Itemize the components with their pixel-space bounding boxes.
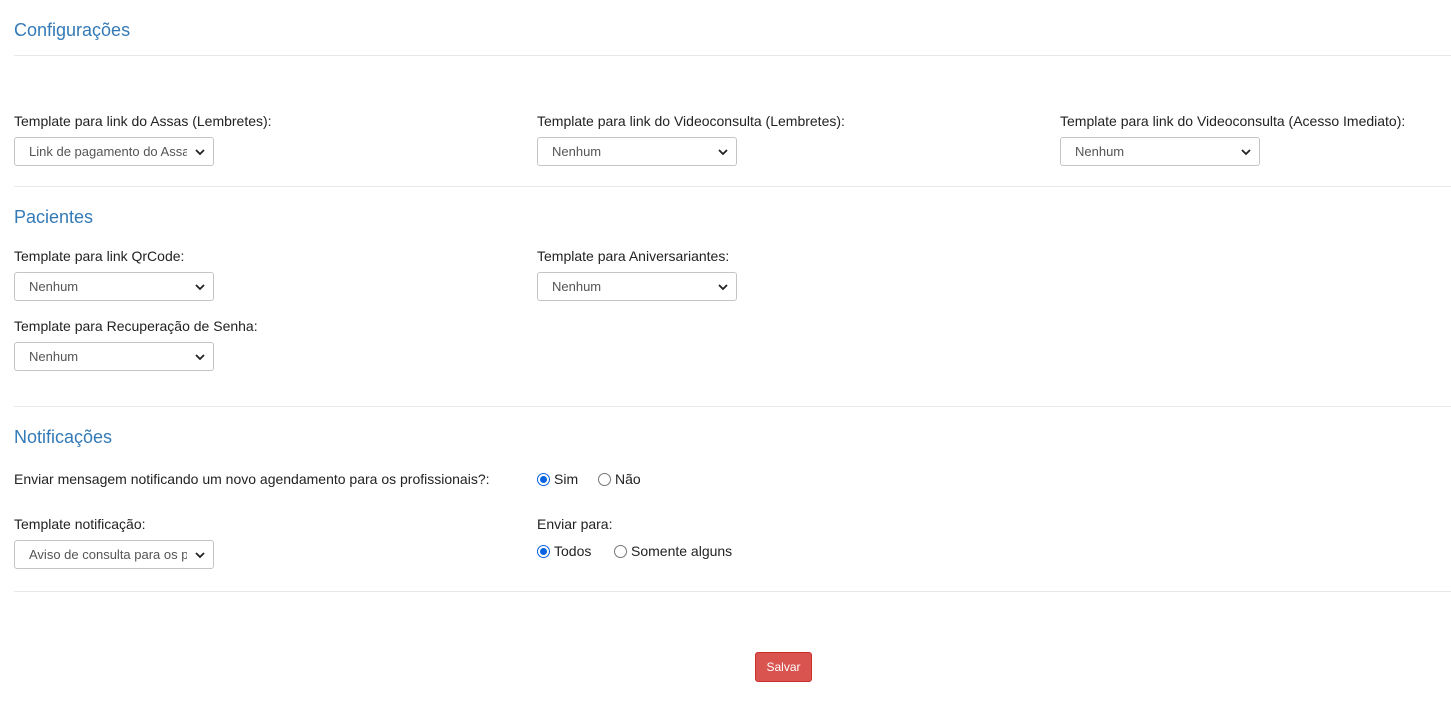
video-imediato-template-value: Nenhum bbox=[1075, 144, 1125, 159]
assas-template-value: Link de pagamento do Assas bbox=[29, 144, 187, 159]
divider bbox=[14, 55, 1451, 56]
chevron-down-icon bbox=[718, 284, 728, 291]
notification-template-value: Aviso de consulta para os profissionais bbox=[29, 547, 187, 562]
qrcode-template-label: Template para link QrCode: bbox=[14, 248, 185, 264]
divider bbox=[14, 591, 1451, 592]
qrcode-template-value: Nenhum bbox=[29, 279, 79, 294]
aniversariantes-template-value: Nenhum bbox=[552, 279, 602, 294]
save-button[interactable]: Salvar bbox=[755, 652, 812, 682]
recuperacao-senha-template-label: Template para Recuperação de Senha: bbox=[14, 318, 258, 334]
radio-option-nao[interactable]: Não bbox=[598, 470, 641, 488]
section-title-notificacoes: Notificações bbox=[14, 427, 113, 447]
notification-template-select[interactable]: Aviso de consulta para os profissionais bbox=[14, 540, 214, 569]
section-title-pacientes: Pacientes bbox=[14, 207, 94, 227]
video-imediato-template-label: Template para link do Videoconsulta (Ace… bbox=[1060, 113, 1406, 129]
radio-todos[interactable] bbox=[537, 544, 550, 558]
divider bbox=[14, 406, 1451, 407]
radio-sim-label: Sim bbox=[554, 471, 579, 487]
radio-option-somente-alguns[interactable]: Somente alguns bbox=[614, 542, 732, 560]
qrcode-template-select[interactable]: Nenhum bbox=[14, 272, 214, 301]
radio-option-sim[interactable]: Sim bbox=[537, 470, 578, 488]
video-imediato-template-select[interactable]: Nenhum bbox=[1060, 137, 1260, 166]
radio-nao[interactable] bbox=[598, 472, 611, 486]
video-lembretes-template-label: Template para link do Videoconsulta (Lem… bbox=[537, 113, 845, 129]
send-to-label: Enviar para: bbox=[537, 516, 613, 532]
section-title-configuracoes: Configurações bbox=[14, 20, 131, 40]
recuperacao-senha-template-select[interactable]: Nenhum bbox=[14, 342, 214, 371]
settings-page: Configurações Template para link do Assa… bbox=[0, 0, 1451, 715]
video-lembretes-template-select[interactable]: Nenhum bbox=[537, 137, 737, 166]
assas-template-select[interactable]: Link de pagamento do Assas bbox=[14, 137, 214, 166]
assas-template-label: Template para link do Assas (Lembretes): bbox=[14, 113, 272, 129]
chevron-down-icon bbox=[718, 149, 728, 156]
radio-somente-alguns-label: Somente alguns bbox=[631, 543, 733, 559]
chevron-down-icon bbox=[195, 552, 205, 559]
aniversariantes-template-select[interactable]: Nenhum bbox=[537, 272, 737, 301]
radio-nao-label: Não bbox=[615, 471, 641, 487]
notification-template-label: Template notificação: bbox=[14, 516, 146, 532]
radio-sim[interactable] bbox=[537, 472, 550, 486]
radio-todos-label: Todos bbox=[554, 543, 592, 559]
chevron-down-icon bbox=[195, 284, 205, 291]
chevron-down-icon bbox=[195, 149, 205, 156]
radio-option-todos[interactable]: Todos bbox=[537, 542, 591, 560]
recuperacao-senha-template-value: Nenhum bbox=[29, 349, 79, 364]
aniversariantes-template-label: Template para Aniversariantes: bbox=[537, 248, 730, 264]
radio-somente-alguns[interactable] bbox=[614, 544, 627, 558]
notify-professionals-question: Enviar mensagem notificando um novo agen… bbox=[14, 471, 490, 487]
chevron-down-icon bbox=[1241, 149, 1251, 156]
chevron-down-icon bbox=[195, 354, 205, 361]
divider bbox=[14, 186, 1451, 187]
video-lembretes-template-value: Nenhum bbox=[552, 144, 602, 159]
